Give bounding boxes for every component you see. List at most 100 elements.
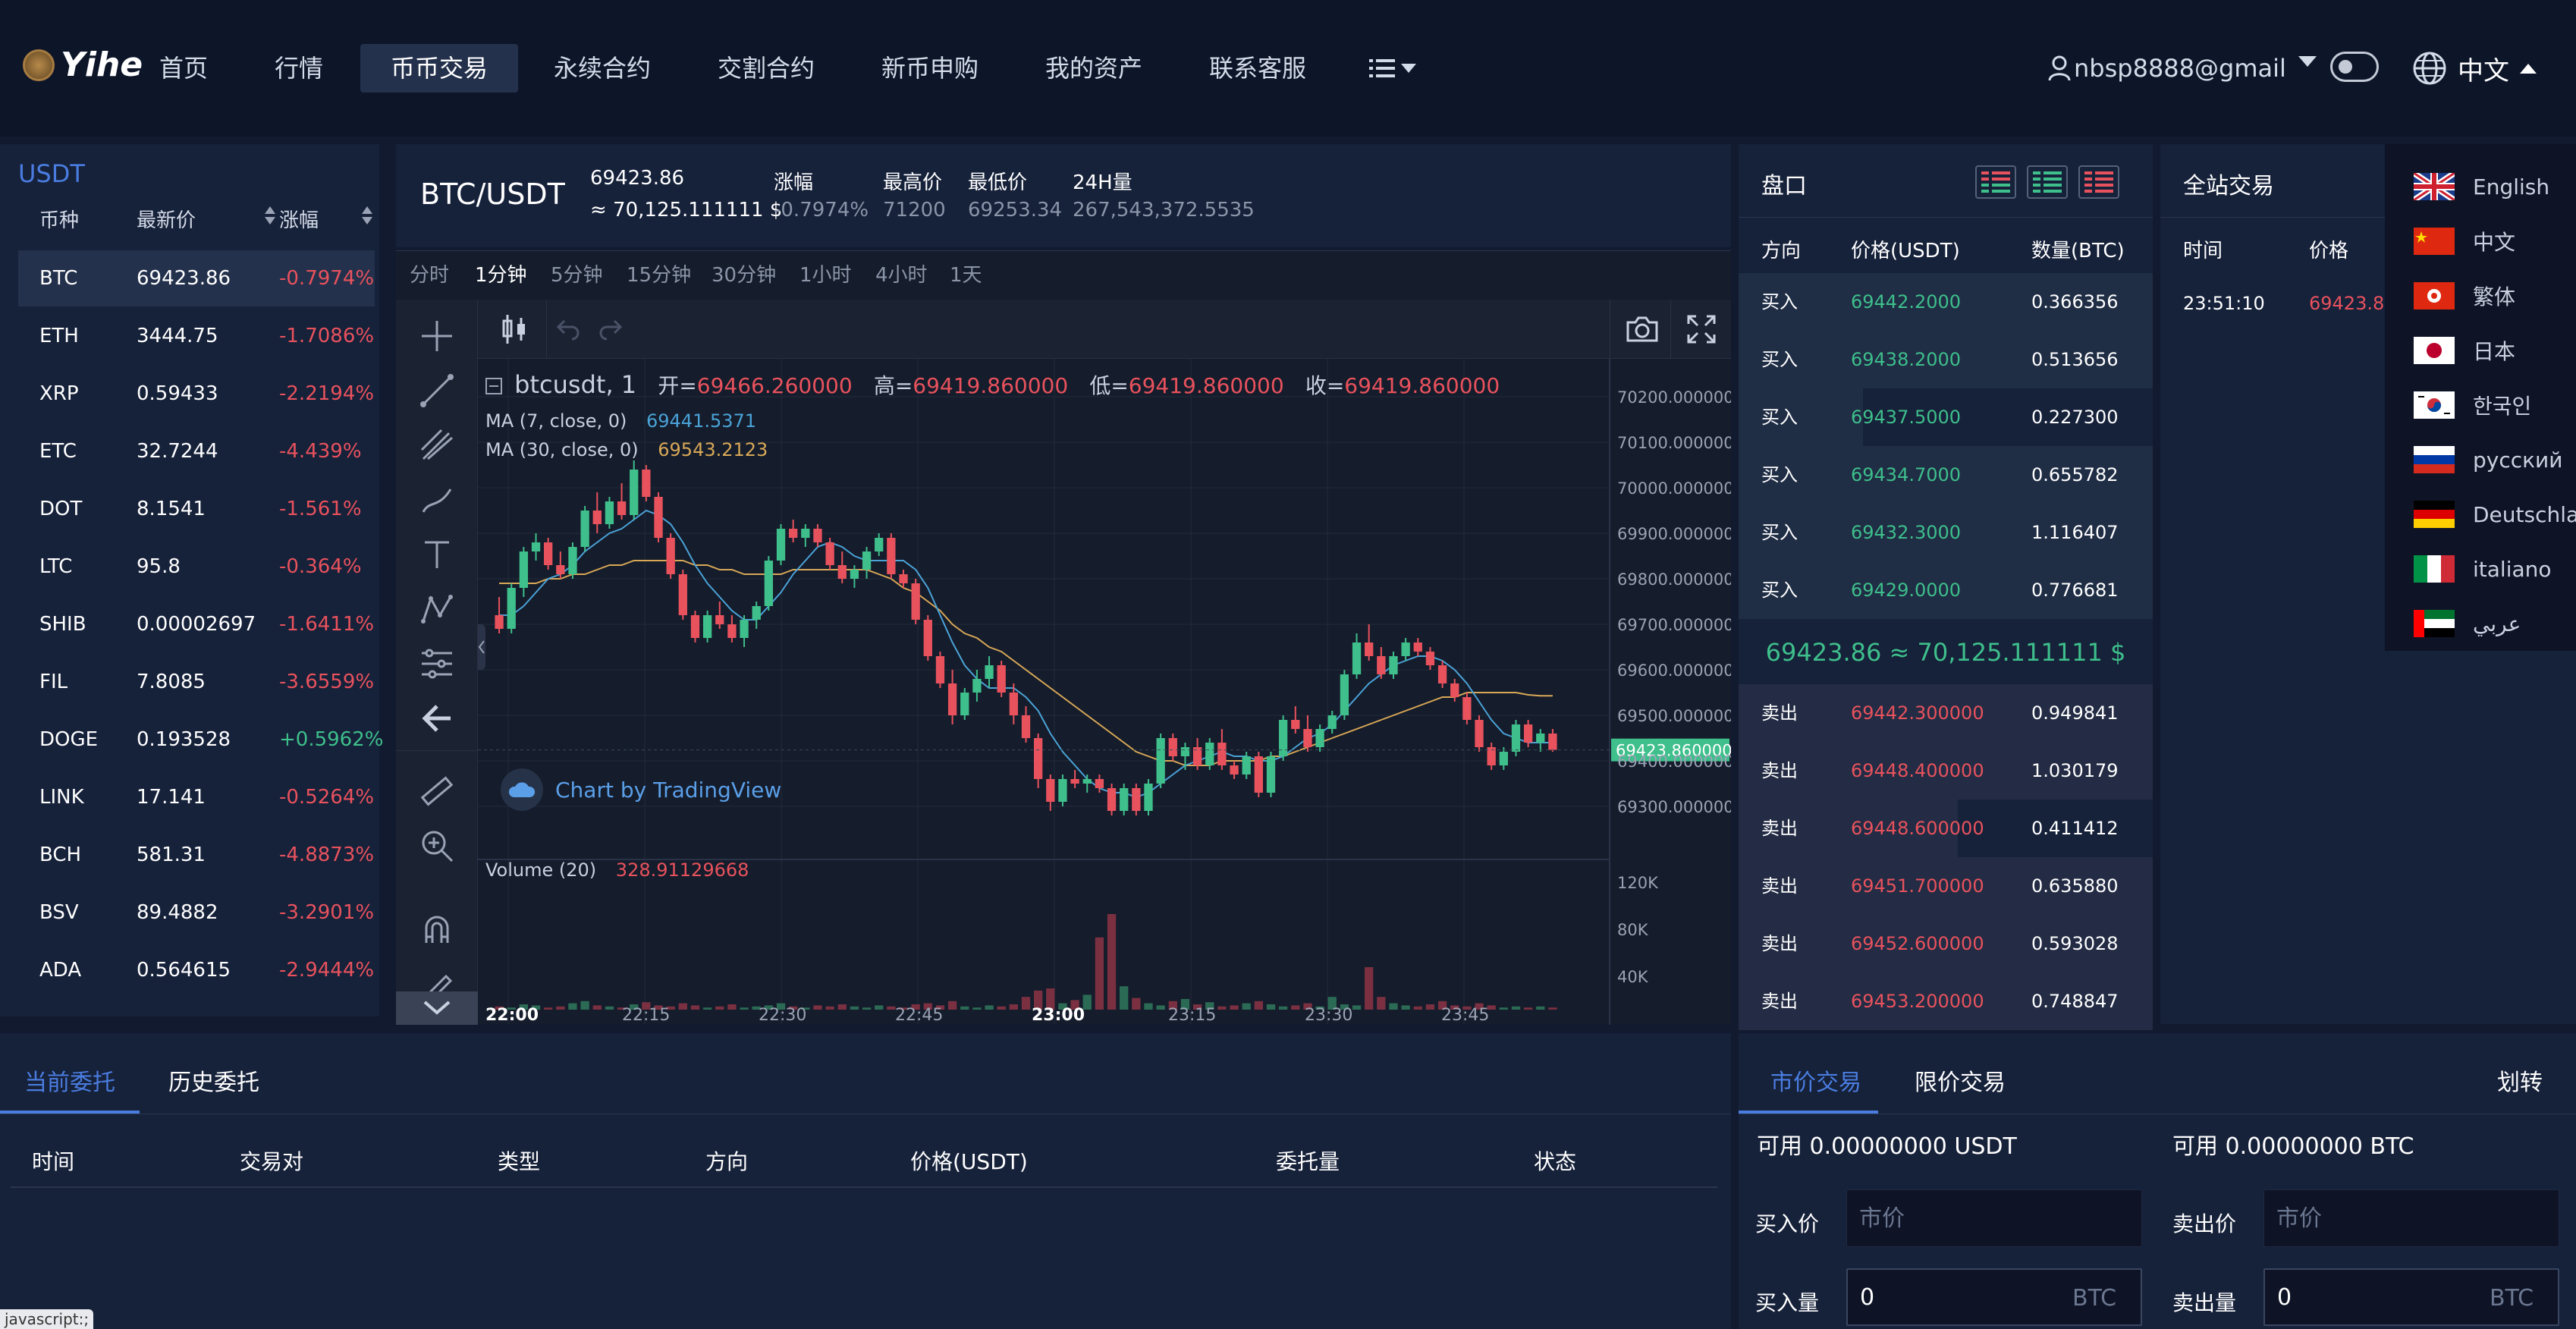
candle-body [617,501,627,515]
pattern-icon[interactable] [419,591,455,627]
chart-plot-area[interactable]: 69423.860000 70200.000000 70100.000000 7000… [478,359,1731,1025]
tab-order-history[interactable]: 历史委托 [168,1064,259,1097]
interval-4h[interactable]: 4小时 [875,251,928,300]
orderbook-bid-row[interactable]: 买入 69442.2000 0.366356 [1739,273,2153,331]
fullscreen-icon[interactable] [1685,313,1717,345]
fib-icon[interactable] [419,646,455,682]
orderbook-ask-row[interactable]: 卖出 69448.400000 1.030179 [1739,742,2153,800]
market-row-bch[interactable]: BCH 581.31 -4.8873% [18,827,375,883]
lang-option-russian[interactable]: русский [2414,432,2562,487]
nav-delivery[interactable]: 交割合约 [687,44,845,93]
lang-option-korean[interactable]: 한국인 [2414,378,2531,432]
lang-option-english[interactable]: English [2414,159,2549,214]
orderbook-ask-row[interactable]: 卖出 69442.300000 0.949841 [1739,684,2153,742]
ruler-icon[interactable] [419,773,455,809]
volume-bar [1144,1003,1153,1010]
nav-spot-trading[interactable]: 币币交易 [360,44,519,93]
orderbook-bid-row[interactable]: 买入 69429.0000 0.776681 [1739,561,2153,619]
interval-5m[interactable]: 5分钟 [551,251,603,300]
nav-perpetual[interactable]: 永续合约 [523,44,681,93]
ob-side: 卖出 [1761,991,1798,1012]
tab-limit-order[interactable]: 限价交易 [1915,1064,2006,1097]
market-row-bsv[interactable]: BSV 89.4882 -3.2901% [18,884,375,941]
user-dropdown-caret-icon[interactable] [2298,56,2317,67]
toolbar-collapse-button[interactable] [396,991,478,1025]
market-row-ada[interactable]: ADA 0.564615 -2.9444% [18,942,375,998]
redo-icon[interactable] [598,316,624,342]
market-row-fil[interactable]: FIL 7.8085 -3.6559% [18,654,375,710]
interval-1m[interactable]: 1分钟 [475,251,527,300]
text-tool-icon[interactable] [419,536,455,573]
sell-price-input[interactable] [2263,1189,2559,1247]
tradingview-badge[interactable]: Chart by TradingView [501,768,781,811]
transfer-button[interactable]: 划转 [2497,1064,2543,1097]
interval-30m[interactable]: 30分钟 [712,251,776,300]
nav-my-assets[interactable]: 我的资产 [1015,44,1173,93]
collapse-legend-icon[interactable] [485,378,502,394]
language-selector[interactable]: 中文 [2412,44,2537,93]
lang-option-chinese[interactable]: 中文 [2414,214,2515,269]
market-price: 3444.75 [137,325,218,347]
quote-tab-usdt[interactable]: USDT [18,159,85,188]
interval-1d[interactable]: 1天 [950,251,982,300]
volume-bar [947,1001,957,1010]
interval-tick[interactable]: 分时 [410,251,449,300]
lang-option-japanese[interactable]: 日本 [2414,323,2515,378]
orderbook-mode-asks[interactable] [2078,165,2119,199]
orderbook-ask-row[interactable]: 卖出 69452.600000 0.593028 [1739,915,2153,972]
undo-icon[interactable] [555,316,581,342]
orderbook-mode-bids[interactable] [2027,165,2068,199]
toolbar-hide-handle[interactable] [478,624,485,670]
orderbook-bid-row[interactable]: 买入 69434.7000 0.655782 [1739,446,2153,504]
market-row-ltc[interactable]: LTC 95.8 -0.364% [18,539,375,595]
lang-option-german[interactable]: Deutschland [2414,487,2576,542]
lang-option-arabic[interactable]: عربي [2414,596,2521,651]
nav-market[interactable]: 行情 [244,44,353,93]
orderbook-ask-row[interactable]: 卖出 69448.600000 0.411412 [1739,800,2153,857]
market-row-dot[interactable]: DOT 8.1541 -1.561% [18,481,375,537]
ord-col-time: 时间 [32,1149,75,1174]
crosshair-icon[interactable] [419,318,455,354]
market-row-xrp[interactable]: XRP 0.59433 -2.2194% [18,366,375,422]
brush-icon[interactable] [419,482,455,518]
market-row-etc[interactable]: ETC 32.7244 -4.439% [18,423,375,479]
orderbook-bid-row[interactable]: 买入 69432.3000 1.116407 [1739,504,2153,561]
orderbook-ask-row[interactable]: 卖出 69453.200000 0.748847 [1739,972,2153,1030]
orderbook-mode-both[interactable] [1975,165,2016,199]
sell-amount-unit: BTC [2490,1285,2534,1312]
user-account[interactable]: nbsp8888@gmail [2048,44,2286,93]
arrow-left-icon[interactable] [419,700,455,737]
interval-15m[interactable]: 15分钟 [627,251,691,300]
camera-icon[interactable] [1625,313,1660,344]
orderbook-bid-row[interactable]: 买入 69437.5000 0.227300 [1739,388,2153,446]
pitchfork-icon[interactable] [419,427,455,463]
market-row-btc[interactable]: BTC 69423.86 -0.7974% [18,250,375,306]
col-change[interactable]: 涨幅 [279,205,373,233]
pair-name[interactable]: BTC/USDT [420,178,565,211]
buy-price-input[interactable] [1846,1189,2142,1247]
market-row-eth[interactable]: ETH 3444.75 -1.7086% [18,308,375,364]
tab-market-order[interactable]: 市价交易 [1770,1064,1861,1097]
legend-open-label: 开= [658,373,697,398]
col-last-price[interactable]: 最新价 [137,205,276,233]
orderbook-bid-row[interactable]: 买入 69438.2000 0.513656 [1739,331,2153,388]
lang-option-traditional[interactable]: 繁体 [2414,269,2515,323]
nav-new-coin[interactable]: 新币申购 [851,44,1009,93]
market-row-link[interactable]: LINK 17.141 -0.5264% [18,769,375,825]
zoom-in-icon[interactable] [419,828,455,864]
volume-bar [1499,1007,1508,1010]
market-row-shib[interactable]: SHIB 0.00002697 -1.6411% [18,596,375,652]
orderbook-ask-row[interactable]: 卖出 69451.700000 0.635880 [1739,857,2153,915]
nav-home[interactable]: 首页 [129,44,238,93]
trend-line-icon[interactable] [419,372,455,409]
tab-current-orders[interactable]: 当前委托 [24,1064,115,1097]
nav-more-menu[interactable] [1369,46,1416,91]
market-row-doge[interactable]: DOGE 0.193528 +0.5962% [18,712,383,768]
interval-1h[interactable]: 1小时 [800,251,852,300]
lang-option-italian[interactable]: italiano [2414,542,2552,596]
magnet-icon[interactable] [419,913,455,949]
theme-toggle[interactable] [2330,52,2379,82]
candle-type-icon[interactable] [499,313,529,345]
nav-support[interactable]: 联系客服 [1179,44,1337,93]
site-logo[interactable]: Yihe [23,46,143,84]
